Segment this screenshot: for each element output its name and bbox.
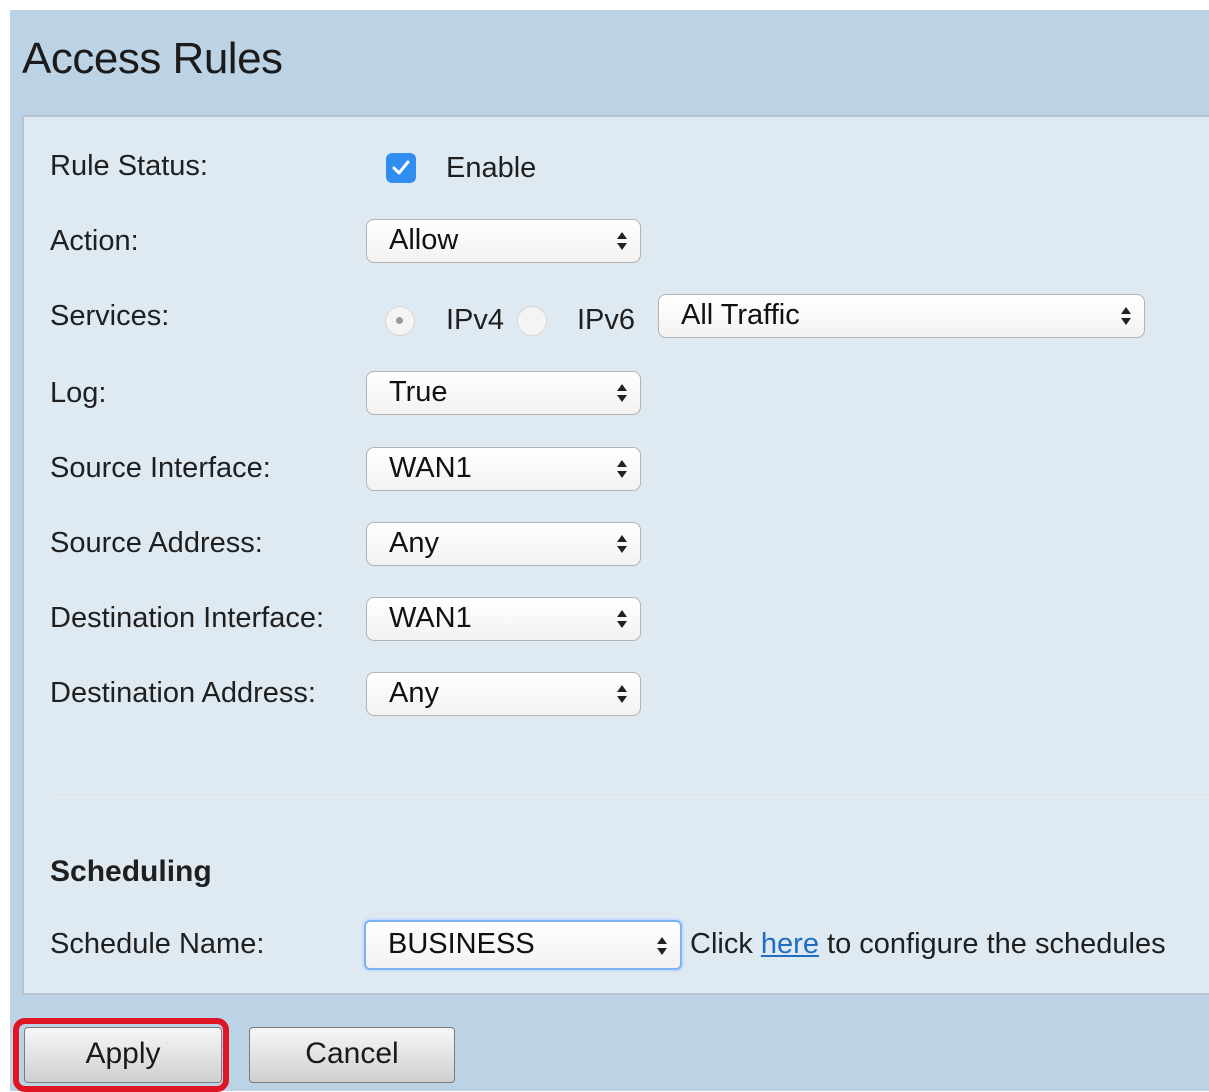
enable-label: Enable	[446, 152, 537, 184]
schedule-help-text: Click here to configure the schedules	[690, 927, 1166, 961]
destination-address-select[interactable]: Any	[366, 672, 641, 716]
select-arrows-icon	[617, 685, 627, 703]
schedule-help-suffix: to configure the schedules	[827, 928, 1166, 960]
source-address-value: Any	[389, 527, 439, 559]
apply-highlight-box	[13, 1018, 229, 1092]
action-value: Allow	[389, 224, 459, 256]
select-arrows-icon	[617, 610, 627, 628]
enable-checkbox[interactable]	[386, 153, 416, 183]
log-select[interactable]: True	[366, 371, 641, 415]
destination-interface-label: Destination Interface:	[50, 602, 325, 634]
scheduling-heading: Scheduling	[50, 855, 212, 888]
ipv4-radio[interactable]	[385, 306, 415, 336]
action-select[interactable]: Allow	[366, 219, 641, 263]
schedule-name-label: Schedule Name:	[50, 928, 265, 960]
checkmark-icon	[392, 160, 410, 175]
destination-interface-value: WAN1	[389, 602, 472, 634]
configure-schedules-link[interactable]: here	[761, 928, 819, 960]
services-label: Services:	[50, 300, 170, 332]
source-interface-label: Source Interface:	[50, 452, 271, 484]
select-arrows-icon	[617, 232, 627, 250]
destination-address-value: Any	[389, 677, 439, 709]
action-label: Action:	[50, 225, 139, 257]
source-address-label: Source Address:	[50, 527, 263, 559]
select-arrows-icon	[617, 460, 627, 478]
rule-status-label: Rule Status:	[50, 150, 208, 182]
log-label: Log:	[50, 377, 107, 409]
schedule-name-select[interactable]: BUSINESS	[364, 920, 682, 970]
select-arrows-icon	[617, 535, 627, 553]
select-arrows-icon	[657, 937, 667, 955]
cancel-button[interactable]: Cancel	[249, 1027, 455, 1083]
services-value: All Traffic	[681, 299, 800, 331]
source-interface-select[interactable]: WAN1	[366, 447, 641, 491]
destination-address-label: Destination Address:	[50, 677, 316, 709]
destination-interface-select[interactable]: WAN1	[366, 597, 641, 641]
services-select[interactable]: All Traffic	[658, 294, 1145, 338]
select-arrows-icon	[1121, 307, 1131, 325]
section-divider	[50, 797, 1209, 798]
log-value: True	[389, 376, 448, 408]
schedule-help-prefix: Click	[690, 928, 753, 960]
select-arrows-icon	[617, 384, 627, 402]
schedule-name-value: BUSINESS	[388, 928, 535, 960]
page-title: Access Rules	[22, 34, 283, 83]
ipv6-label: IPv6	[577, 304, 636, 336]
source-interface-value: WAN1	[389, 452, 472, 484]
ipv4-label: IPv4	[446, 304, 505, 336]
ipv6-radio[interactable]	[517, 306, 547, 336]
source-address-select[interactable]: Any	[366, 522, 641, 566]
